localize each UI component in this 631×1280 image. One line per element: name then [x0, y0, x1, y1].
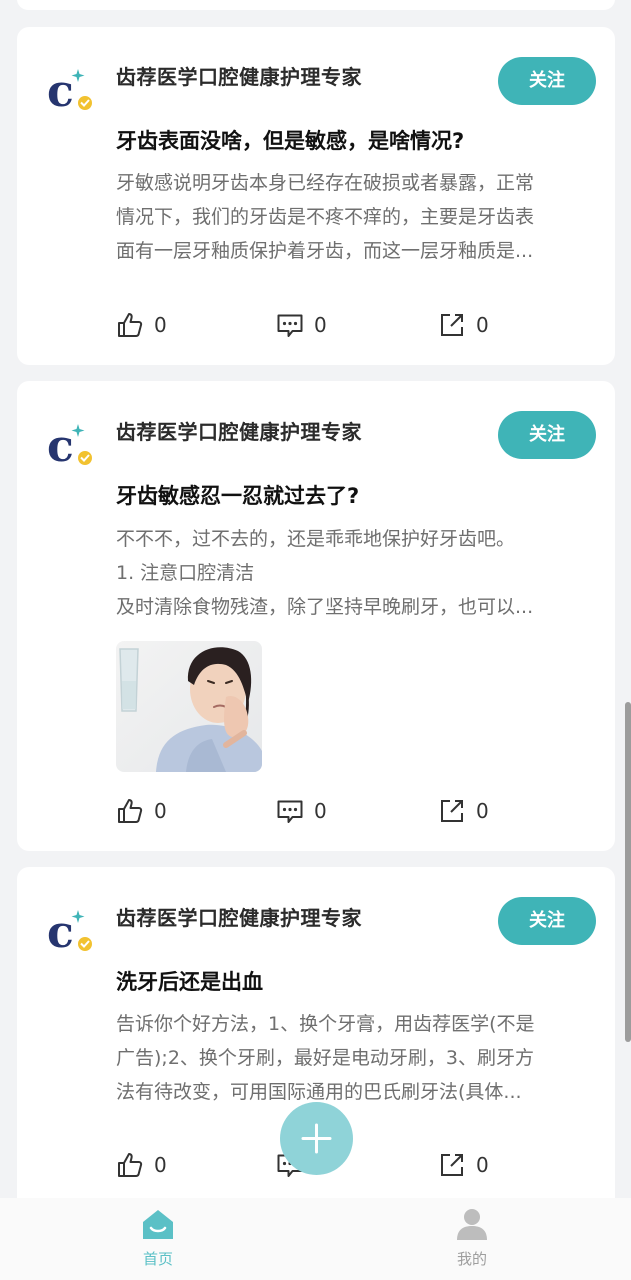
- post-excerpt[interactable]: 告诉你个好方法，1、换个牙膏，用齿荐医学(不是 广告);2、换个牙刷，最好是电动…: [116, 1007, 596, 1109]
- comment-icon: [277, 800, 303, 823]
- post-card[interactable]: c 齿荐医学口腔健康护理专家 关注 牙齿表面没啥，但是敏感，是啥情况? 牙敏感说…: [17, 27, 615, 365]
- follow-button[interactable]: 关注: [498, 411, 596, 459]
- plus-icon: [301, 1123, 332, 1154]
- share-count: 0: [476, 799, 489, 823]
- post-title[interactable]: 牙齿敏感忍一忍就过去了?: [116, 480, 595, 510]
- svg-text:c: c: [47, 66, 74, 113]
- comment-count: 0: [314, 799, 327, 823]
- post-excerpt-line: 面有一层牙釉质保护着牙齿，而这一层牙釉质是...: [116, 240, 534, 262]
- post-image[interactable]: [116, 641, 262, 772]
- post-title[interactable]: 牙齿表面没啥，但是敏感，是啥情况?: [116, 125, 595, 155]
- tab-mine-label: 我的: [456, 1250, 487, 1268]
- thumb-up-icon: [118, 313, 143, 337]
- add-post-button[interactable]: [280, 1102, 353, 1175]
- author-name[interactable]: 齿荐医学口腔健康护理专家: [116, 416, 362, 445]
- author-avatar[interactable]: c: [45, 63, 95, 117]
- post-excerpt[interactable]: 不不不，过不去的，还是乖乖地保护好牙齿吧。 1. 注意口腔清洁 及时清除食物残渣…: [116, 522, 596, 624]
- like-count: 0: [154, 1153, 167, 1177]
- share-count: 0: [476, 1153, 489, 1177]
- author-avatar[interactable]: c: [45, 904, 95, 958]
- svg-text:c: c: [47, 421, 74, 468]
- tab-mine[interactable]: 我的: [432, 1206, 512, 1276]
- post-card-partial: [17, 0, 615, 10]
- post-excerpt-line: 牙敏感说明牙齿本身已经存在破损或者暴露，正常: [116, 172, 535, 194]
- author-name[interactable]: 齿荐医学口腔健康护理专家: [116, 902, 362, 931]
- like-button[interactable]: 0: [116, 796, 167, 826]
- comment-icon: [277, 314, 303, 337]
- post-title[interactable]: 洗牙后还是出血: [116, 966, 595, 996]
- post-excerpt[interactable]: 牙敏感说明牙齿本身已经存在破损或者暴露，正常 情况下，我们的牙齿是不疼不痒的，主…: [116, 166, 596, 268]
- tab-home-label: 首页: [142, 1250, 173, 1268]
- like-count: 0: [154, 799, 167, 823]
- post-excerpt-line: 1. 注意口腔清洁: [116, 562, 255, 584]
- share-icon: [441, 800, 463, 822]
- share-count: 0: [476, 313, 489, 337]
- comment-button[interactable]: 0: [276, 310, 327, 340]
- post-actions: 0 0 0: [116, 796, 516, 826]
- tab-home[interactable]: 首页: [118, 1206, 198, 1276]
- like-button[interactable]: 0: [116, 310, 167, 340]
- author-name[interactable]: 齿荐医学口腔健康护理专家: [116, 61, 362, 90]
- post-excerpt-line: 法有待改变，可用国际通用的巴氏刷牙法(具体...: [116, 1081, 522, 1103]
- svg-text:c: c: [47, 907, 74, 954]
- share-icon: [441, 1154, 463, 1176]
- like-button[interactable]: 0: [116, 1150, 167, 1180]
- post-excerpt-line: 情况下，我们的牙齿是不疼不痒的，主要是牙齿表: [116, 206, 535, 228]
- bottom-tab-bar: 首页 我的: [0, 1198, 631, 1280]
- post-excerpt-line: 及时清除食物残渣，除了坚持早晚刷牙，也可以...: [116, 596, 534, 618]
- follow-button[interactable]: 关注: [498, 897, 596, 945]
- thumb-up-icon: [118, 799, 143, 823]
- follow-button[interactable]: 关注: [498, 57, 596, 105]
- post-excerpt-line: 不不不，过不去的，还是乖乖地保护好牙齿吧。: [116, 528, 516, 550]
- scrollbar[interactable]: [625, 702, 631, 1042]
- comment-count: 0: [314, 313, 327, 337]
- share-button[interactable]: 0: [438, 1150, 489, 1180]
- share-button[interactable]: 0: [438, 796, 489, 826]
- post-card[interactable]: c 齿荐医学口腔健康护理专家 关注 牙齿敏感忍一忍就过去了? 不不不，过不去的，…: [17, 381, 615, 851]
- like-count: 0: [154, 313, 167, 337]
- comment-button[interactable]: 0: [276, 796, 327, 826]
- share-button[interactable]: 0: [438, 310, 489, 340]
- person-icon: [457, 1209, 487, 1240]
- thumb-up-icon: [118, 1153, 143, 1177]
- author-avatar[interactable]: c: [45, 418, 95, 472]
- post-excerpt-line: 告诉你个好方法，1、换个牙膏，用齿荐医学(不是: [116, 1013, 535, 1035]
- share-icon: [441, 314, 463, 336]
- home-icon: [143, 1210, 173, 1239]
- post-excerpt-line: 广告);2、换个牙刷，最好是电动牙刷，3、刷牙方: [116, 1047, 534, 1069]
- post-actions: 0 0 0: [116, 310, 516, 340]
